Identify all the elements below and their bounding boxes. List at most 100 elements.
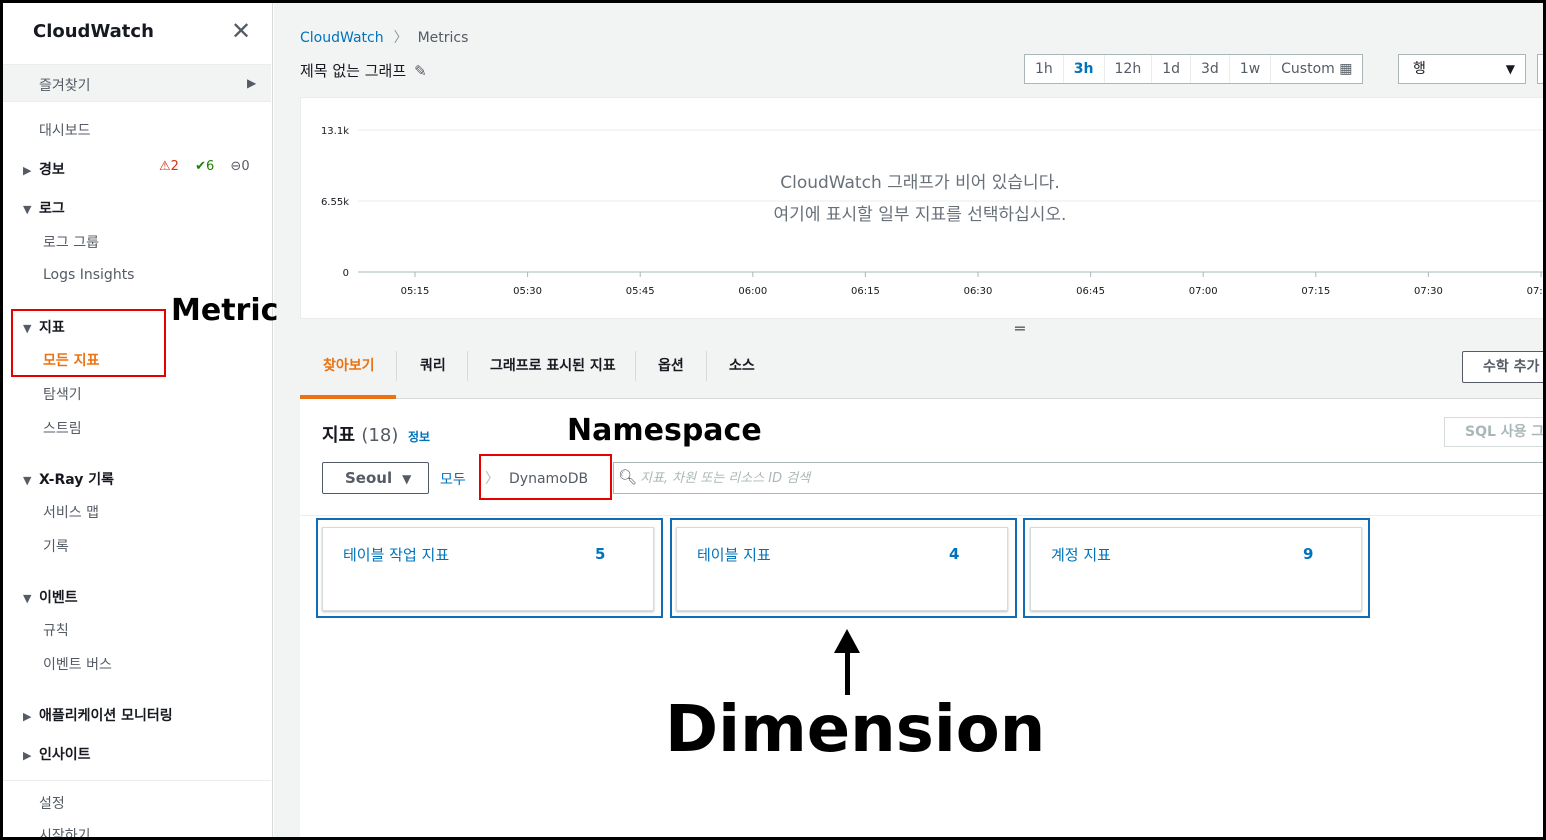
info-link[interactable]: 정보: [408, 428, 430, 445]
tab-divider: [396, 351, 397, 381]
graph-title-text: 제목 없는 그래프: [300, 62, 407, 80]
metric-search-input[interactable]: [640, 465, 1540, 491]
x-tick-label: 07:00: [1189, 286, 1218, 297]
tab-divider: [706, 351, 707, 381]
tab-query[interactable]: 쿼리: [420, 355, 446, 375]
sidebar-item-traces[interactable]: 기록: [43, 536, 69, 556]
metric-highlight-box: [11, 309, 166, 377]
range-1h[interactable]: 1h: [1025, 55, 1064, 83]
x-tick-label: 05:45: [626, 286, 655, 297]
sidebar-group-app-monitoring[interactable]: ▶ 애플리케이션 모니터링: [23, 705, 173, 725]
x-tick-label: 06:00: [738, 286, 767, 297]
sql-button[interactable]: SQL 사용 그: [1444, 417, 1543, 447]
alarm-na-count: 0: [241, 159, 250, 174]
sidebar-group-insights[interactable]: ▶ 인사이트: [23, 744, 91, 764]
add-math-button[interactable]: 수학 추가: [1462, 351, 1543, 383]
range-1w[interactable]: 1w: [1230, 55, 1272, 83]
range-custom[interactable]: Custom ▦: [1271, 55, 1362, 83]
panel-divider: [300, 515, 1543, 516]
chevron-right-icon: 〉: [393, 30, 408, 46]
tab-graphed-metrics[interactable]: 그래프로 표시된 지표: [490, 355, 616, 375]
metric-search[interactable]: 🔍︎: [613, 462, 1543, 494]
graph-panel: 13.1k 6.55k 0 05:15 05:30 05:45 06:00 06:15 06:3…: [300, 97, 1546, 319]
arrow-shaft: [845, 649, 850, 695]
dimension-highlight-box: [1023, 518, 1370, 618]
close-icon[interactable]: ✕: [231, 17, 251, 45]
region-select[interactable]: Seoul ▼: [322, 462, 429, 494]
dimension-highlight-box: [316, 518, 663, 618]
triangle-right-icon: ▶: [23, 164, 32, 177]
breadcrumb-current: Metrics: [417, 30, 469, 46]
tab-divider: [467, 351, 468, 381]
y-tick-label: 13.1k: [321, 126, 349, 137]
breadcrumb: CloudWatch 〉 Metrics: [300, 27, 468, 47]
sidebar-group-alarms[interactable]: ▶ 경보: [23, 159, 65, 179]
logs-label: 로그: [39, 201, 65, 217]
sidebar-item-log-groups[interactable]: 로그 그룹: [43, 232, 99, 252]
triangle-down-icon: ▼: [23, 474, 32, 487]
warning-icon[interactable]: ⚠2: [159, 159, 185, 174]
sidebar-group-xray[interactable]: ▼ X-Ray 기록: [23, 469, 114, 489]
check-circle-icon[interactable]: ✔6: [195, 159, 220, 174]
sidebar-item-rules[interactable]: 규칙: [43, 620, 69, 640]
range-custom-label: Custom: [1281, 61, 1335, 77]
range-1d[interactable]: 1d: [1152, 55, 1191, 83]
edit-icon[interactable]: ✎: [414, 62, 427, 80]
triangle-down-icon: ▼: [23, 592, 32, 605]
metrics-count: (18): [361, 425, 399, 446]
x-tick-label: 06:45: [1076, 286, 1105, 297]
namespace-highlight-box: [479, 454, 612, 500]
namespace-all-link[interactable]: 모두: [440, 469, 466, 489]
calendar-icon: ▦: [1339, 61, 1353, 77]
app-monitoring-label: 애플리케이션 모니터링: [39, 708, 173, 724]
triangle-right-icon: ▶: [247, 76, 257, 90]
sidebar: CloudWatch ✕ 즐겨찾기 ▶ 대시보드 ▶ 경보 ⚠2 ✔6 ⊖0 ▼ 로…: [3, 3, 273, 837]
alarm-warn-count: 2: [170, 159, 179, 174]
graph-title[interactable]: 제목 없는 그래프 ✎: [300, 60, 427, 81]
sidebar-item-dashboard[interactable]: 대시보드: [39, 120, 91, 140]
sidebar-favorites[interactable]: 즐겨찾기 ▶: [3, 64, 271, 102]
events-label: 이벤트: [39, 590, 78, 606]
view-type-select[interactable]: 행 ▼: [1398, 54, 1526, 84]
sidebar-item-streams[interactable]: 스트림: [43, 418, 82, 438]
range-3h[interactable]: 3h: [1064, 55, 1105, 83]
x-tick-label: 06:30: [964, 286, 993, 297]
sidebar-item-logs-insights[interactable]: Logs Insights: [43, 267, 134, 283]
favorites-label: 즐겨찾기: [39, 78, 91, 94]
sidebar-item-event-buses[interactable]: 이벤트 버스: [43, 654, 112, 674]
range-12h[interactable]: 12h: [1105, 55, 1153, 83]
sidebar-item-service-map[interactable]: 서비스 맵: [43, 502, 99, 522]
tabs-bar: 찾아보기 쿼리 그래프로 표시된 지표 옵션 소스: [300, 335, 1543, 399]
xray-label: X-Ray 기록: [39, 472, 115, 488]
chevron-down-icon: ▼: [1505, 62, 1515, 76]
screenshot-frame: CloudWatch ✕ 즐겨찾기 ▶ 대시보드 ▶ 경보 ⚠2 ✔6 ⊖0 ▼ 로…: [0, 0, 1546, 840]
insights-label: 인사이트: [39, 747, 91, 763]
x-tick-label: 06:15: [851, 286, 880, 297]
view-type-value: 행: [1413, 61, 1426, 77]
sidebar-item-settings[interactable]: 설정: [39, 793, 65, 813]
x-tick-label: 07:30: [1414, 286, 1443, 297]
x-tick-label: 05:30: [513, 286, 542, 297]
sidebar-item-explorer[interactable]: 탐색기: [43, 384, 82, 404]
search-icon: 🔍︎: [618, 468, 638, 486]
tab-options[interactable]: 옵션: [658, 355, 684, 375]
tab-source[interactable]: 소스: [729, 355, 755, 375]
sidebar-item-getting-started[interactable]: 시작하기: [39, 825, 91, 837]
breadcrumb-cloudwatch[interactable]: CloudWatch: [300, 30, 384, 46]
range-3d[interactable]: 3d: [1191, 55, 1230, 83]
sidebar-group-events[interactable]: ▼ 이벤트: [23, 587, 78, 607]
time-range-selector: 1h 3h 12h 1d 3d 1w Custom ▦: [1024, 54, 1364, 84]
dimension-highlight-box: [670, 518, 1017, 618]
sidebar-group-logs[interactable]: ▼ 로그: [23, 198, 65, 218]
metrics-heading: 지표 (18): [322, 421, 398, 447]
region-value: Seoul: [345, 469, 393, 487]
actions-button[interactable]: [1537, 54, 1543, 84]
alarm-counts: ⚠2 ✔6 ⊖0: [159, 159, 262, 174]
dash-circle-icon[interactable]: ⊖0: [230, 159, 255, 174]
x-tick-label: 07:45: [1527, 286, 1546, 297]
x-tick-label: 07:15: [1301, 286, 1330, 297]
dimension-annotation: Dimension: [665, 693, 1046, 767]
sidebar-title: CloudWatch: [33, 21, 154, 42]
tab-browse[interactable]: 찾아보기: [323, 355, 375, 375]
namespace-annotation: Namespace: [567, 413, 762, 448]
